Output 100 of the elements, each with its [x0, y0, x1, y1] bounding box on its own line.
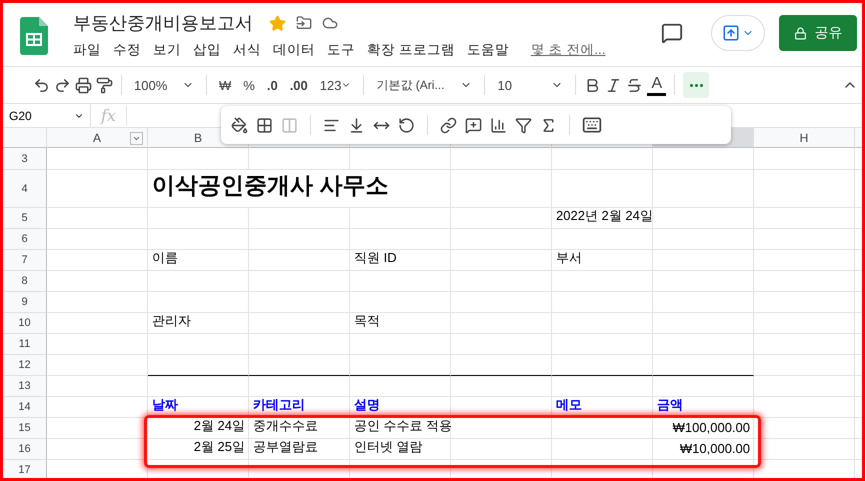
table-cell[interactable]: ₩100,000.00 [653, 418, 754, 439]
table-cell[interactable] [451, 292, 552, 313]
table-cell[interactable] [350, 229, 451, 250]
table-cell[interactable] [350, 355, 451, 376]
table-cell[interactable] [47, 376, 148, 397]
table-cell[interactable] [249, 376, 350, 397]
table-cell[interactable]: 관리자 [148, 313, 249, 334]
table-cell[interactable] [451, 170, 552, 208]
cloud-icon[interactable] [322, 15, 338, 31]
row-header[interactable]: 11 [3, 334, 47, 355]
select-all-corner[interactable] [3, 127, 47, 148]
table-cell[interactable] [754, 229, 855, 250]
table-cell[interactable] [148, 208, 249, 229]
table-cell[interactable] [451, 418, 552, 439]
number-format-dropdown[interactable]: 123 [316, 72, 356, 98]
table-cell[interactable] [350, 208, 451, 229]
table-cell[interactable] [451, 334, 552, 355]
table-cell[interactable]: 메모 [552, 397, 653, 418]
table-cell[interactable] [47, 292, 148, 313]
present-button[interactable] [711, 15, 765, 51]
sheets-logo[interactable] [20, 17, 48, 55]
table-cell[interactable] [249, 148, 350, 170]
table-cell[interactable]: 공인 수수료 적용 [350, 418, 451, 439]
table-cell[interactable] [552, 313, 653, 334]
table-cell[interactable] [47, 271, 148, 292]
table-cell[interactable] [350, 148, 451, 170]
currency-button[interactable]: ₩ [215, 72, 236, 98]
text-rotation-icon[interactable] [398, 116, 415, 134]
table-cell[interactable] [249, 250, 350, 271]
star-icon[interactable] [269, 14, 286, 32]
row-header[interactable]: 14 [3, 397, 47, 418]
table-cell[interactable]: 이삭공인중개사 사무소 [148, 170, 451, 208]
menu-item[interactable]: 삽입 [193, 41, 221, 59]
table-cell[interactable]: 부서 [552, 250, 653, 271]
table-cell[interactable] [552, 376, 653, 397]
text-color-button[interactable]: A [647, 74, 666, 96]
table-cell[interactable] [552, 148, 653, 170]
table-cell[interactable] [653, 334, 754, 355]
table-cell[interactable]: 2022년 2월 24일 [552, 208, 653, 229]
table-cell[interactable] [47, 208, 148, 229]
row-header[interactable]: 9 [3, 292, 47, 313]
table-cell[interactable] [653, 292, 754, 313]
table-cell[interactable] [754, 376, 855, 397]
table-cell[interactable] [451, 271, 552, 292]
table-cell[interactable] [350, 376, 451, 397]
table-cell[interactable] [552, 439, 653, 460]
table-cell[interactable] [754, 355, 855, 376]
document-title[interactable]: 부동산중개비용보고서 [73, 11, 253, 35]
table-cell[interactable] [653, 208, 754, 229]
table-cell[interactable] [451, 148, 552, 170]
keyboard-icon[interactable] [582, 115, 602, 135]
table-cell[interactable] [451, 355, 552, 376]
row-header[interactable]: 3 [3, 148, 47, 170]
table-cell[interactable]: 설명 [350, 397, 451, 418]
table-cell[interactable] [47, 170, 148, 208]
add-comment-icon[interactable] [465, 116, 482, 134]
table-cell[interactable] [47, 148, 148, 170]
table-cell[interactable] [754, 334, 855, 355]
menu-item[interactable]: 보기 [153, 41, 181, 59]
table-cell[interactable] [653, 229, 754, 250]
table-cell[interactable]: 카테고리 [249, 397, 350, 418]
table-cell[interactable] [47, 334, 148, 355]
table-cell[interactable] [552, 418, 653, 439]
decrease-decimal-button[interactable]: .0 [262, 72, 282, 98]
table-cell[interactable] [653, 313, 754, 334]
table-cell[interactable] [148, 292, 249, 313]
table-cell[interactable] [249, 334, 350, 355]
table-cell[interactable] [451, 376, 552, 397]
column-header[interactable]: H [754, 127, 855, 148]
table-cell[interactable] [653, 376, 754, 397]
table-cell[interactable] [47, 355, 148, 376]
table-cell[interactable] [552, 334, 653, 355]
menu-item[interactable]: 도움말 [466, 41, 509, 59]
dropdown-icon[interactable] [130, 132, 143, 145]
table-cell[interactable] [148, 229, 249, 250]
table-cell[interactable] [249, 208, 350, 229]
table-cell[interactable] [249, 292, 350, 313]
row-header[interactable]: 12 [3, 355, 47, 376]
row-header[interactable]: 4 [3, 170, 47, 208]
undo-icon[interactable] [33, 76, 50, 94]
table-cell[interactable]: 2월 25일 [148, 439, 249, 460]
table-cell[interactable]: 목적 [350, 313, 451, 334]
table-cell[interactable] [653, 170, 754, 208]
percent-button[interactable]: % [239, 72, 259, 98]
table-cell[interactable] [148, 148, 249, 170]
menu-item[interactable]: 데이터 [273, 41, 315, 59]
font-size-dropdown[interactable]: 10 [493, 72, 568, 98]
table-cell[interactable]: 직원 ID [350, 250, 451, 271]
table-cell[interactable] [451, 313, 552, 334]
table-cell[interactable] [653, 355, 754, 376]
font-dropdown[interactable]: 기본값 (Ari... [372, 72, 476, 98]
table-cell[interactable] [653, 148, 754, 170]
share-button[interactable]: 공유 [779, 15, 857, 51]
table-cell[interactable] [47, 397, 148, 418]
table-cell[interactable] [148, 334, 249, 355]
print-icon[interactable] [75, 76, 92, 94]
table-cell[interactable] [451, 229, 552, 250]
table-cell[interactable] [47, 250, 148, 271]
move-folder-icon[interactable] [296, 15, 312, 31]
table-cell[interactable] [754, 170, 855, 208]
